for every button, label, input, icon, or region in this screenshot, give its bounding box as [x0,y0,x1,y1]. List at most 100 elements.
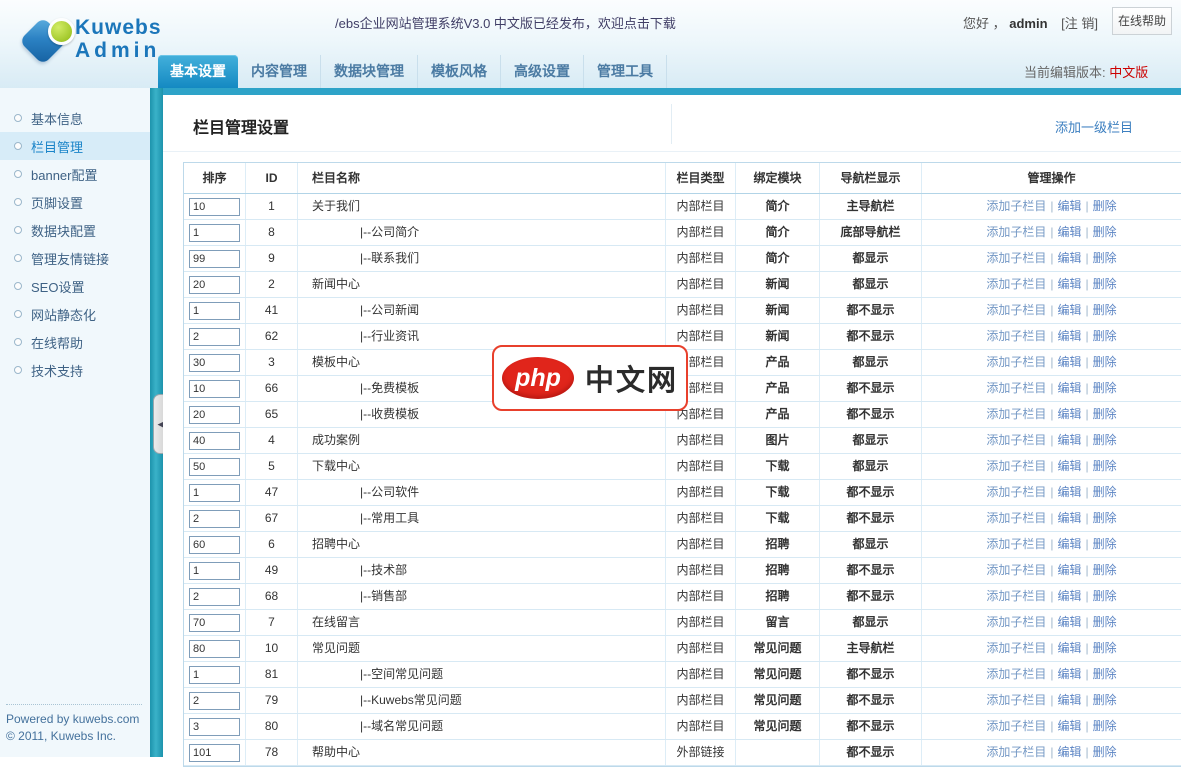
delete-link[interactable]: 删除 [1093,563,1117,577]
delete-link[interactable]: 删除 [1093,251,1117,265]
sidebar-item-static[interactable]: 网站静态化 [0,300,150,328]
edit-link[interactable]: 编辑 [1057,251,1081,265]
tab-advanced[interactable]: 高级设置 [501,55,584,88]
delete-link[interactable]: 删除 [1093,381,1117,395]
add-child-link[interactable]: 添加子栏目 [986,355,1046,369]
add-child-link[interactable]: 添加子栏目 [986,459,1046,473]
sort-input[interactable] [189,692,240,710]
edit-link[interactable]: 编辑 [1057,225,1081,239]
add-child-link[interactable]: 添加子栏目 [986,407,1046,421]
sidebar-item-seo[interactable]: SEO设置 [0,272,150,300]
edit-link[interactable]: 编辑 [1057,537,1081,551]
sort-input[interactable] [189,744,240,762]
sort-input[interactable] [189,224,240,242]
sort-input[interactable] [189,276,240,294]
edit-link[interactable]: 编辑 [1057,667,1081,681]
sort-input[interactable] [189,536,240,554]
sort-input[interactable] [189,380,240,398]
sidebar-item-support[interactable]: 技术支持 [0,356,150,384]
add-child-link[interactable]: 添加子栏目 [986,589,1046,603]
delete-link[interactable]: 删除 [1093,589,1117,603]
tab-datablock[interactable]: 数据块管理 [321,55,418,88]
delete-link[interactable]: 删除 [1093,355,1117,369]
delete-link[interactable]: 删除 [1093,485,1117,499]
add-child-link[interactable]: 添加子栏目 [986,615,1046,629]
add-child-link[interactable]: 添加子栏目 [986,537,1046,551]
edit-link[interactable]: 编辑 [1057,693,1081,707]
sidebar-item-banner[interactable]: banner配置 [0,160,150,188]
sort-input[interactable] [189,640,240,658]
add-top-category-link[interactable]: 添加一级栏目 [1055,117,1133,136]
edit-link[interactable]: 编辑 [1057,459,1081,473]
edit-link[interactable]: 编辑 [1057,199,1081,213]
add-child-link[interactable]: 添加子栏目 [986,433,1046,447]
sidebar-item-category[interactable]: 栏目管理 [0,132,150,160]
sidebar-item-online-help[interactable]: 在线帮助 [0,328,150,356]
add-child-link[interactable]: 添加子栏目 [986,303,1046,317]
sort-input[interactable] [189,588,240,606]
add-child-link[interactable]: 添加子栏目 [986,277,1046,291]
announcement-marquee[interactable]: /ebs企业网站管理系统V3.0 中文版已经发布，欢迎点击下载 [335,13,676,32]
sort-input[interactable] [189,614,240,632]
add-child-link[interactable]: 添加子栏目 [986,199,1046,213]
delete-link[interactable]: 删除 [1093,329,1117,343]
delete-link[interactable]: 删除 [1093,459,1117,473]
delete-link[interactable]: 删除 [1093,641,1117,655]
sort-input[interactable] [189,666,240,684]
sort-input[interactable] [189,302,240,320]
sort-input[interactable] [189,718,240,736]
delete-link[interactable]: 删除 [1093,667,1117,681]
delete-link[interactable]: 删除 [1093,199,1117,213]
sort-input[interactable] [189,406,240,424]
delete-link[interactable]: 删除 [1093,303,1117,317]
delete-link[interactable]: 删除 [1093,693,1117,707]
online-help-button[interactable]: 在线帮助 [1112,7,1172,35]
edit-link[interactable]: 编辑 [1057,277,1081,291]
edit-link[interactable]: 编辑 [1057,381,1081,395]
add-child-link[interactable]: 添加子栏目 [986,563,1046,577]
logout-link[interactable]: [注 销] [1061,16,1098,31]
edit-link[interactable]: 编辑 [1057,433,1081,447]
add-child-link[interactable]: 添加子栏目 [986,329,1046,343]
sort-input[interactable] [189,562,240,580]
tab-tools[interactable]: 管理工具 [584,55,667,88]
sort-input[interactable] [189,432,240,450]
tab-template[interactable]: 模板风格 [418,55,501,88]
add-child-link[interactable]: 添加子栏目 [986,511,1046,525]
delete-link[interactable]: 删除 [1093,511,1117,525]
sort-input[interactable] [189,484,240,502]
sort-input[interactable] [189,458,240,476]
delete-link[interactable]: 删除 [1093,537,1117,551]
add-child-link[interactable]: 添加子栏目 [986,381,1046,395]
add-child-link[interactable]: 添加子栏目 [986,485,1046,499]
add-child-link[interactable]: 添加子栏目 [986,251,1046,265]
add-child-link[interactable]: 添加子栏目 [986,667,1046,681]
sidebar-item-links[interactable]: 管理友情链接 [0,244,150,272]
edit-link[interactable]: 编辑 [1057,589,1081,603]
edit-link[interactable]: 编辑 [1057,303,1081,317]
add-child-link[interactable]: 添加子栏目 [986,693,1046,707]
sidebar-item-footer[interactable]: 页脚设置 [0,188,150,216]
edit-link[interactable]: 编辑 [1057,407,1081,421]
sidebar-item-datablock[interactable]: 数据块配置 [0,216,150,244]
edit-link[interactable]: 编辑 [1057,355,1081,369]
add-child-link[interactable]: 添加子栏目 [986,225,1046,239]
tab-basic[interactable]: 基本设置 [158,55,238,88]
add-child-link[interactable]: 添加子栏目 [986,641,1046,655]
sort-input[interactable] [189,198,240,216]
delete-link[interactable]: 删除 [1093,615,1117,629]
delete-link[interactable]: 删除 [1093,433,1117,447]
add-child-link[interactable]: 添加子栏目 [986,719,1046,733]
delete-link[interactable]: 删除 [1093,225,1117,239]
sort-input[interactable] [189,250,240,268]
edit-link[interactable]: 编辑 [1057,641,1081,655]
tab-content[interactable]: 内容管理 [238,55,321,88]
sort-input[interactable] [189,510,240,528]
edit-link[interactable]: 编辑 [1057,485,1081,499]
sort-input[interactable] [189,354,240,372]
edit-link[interactable]: 编辑 [1057,329,1081,343]
delete-link[interactable]: 删除 [1093,277,1117,291]
delete-link[interactable]: 删除 [1093,407,1117,421]
edit-link[interactable]: 编辑 [1057,511,1081,525]
sort-input[interactable] [189,328,240,346]
